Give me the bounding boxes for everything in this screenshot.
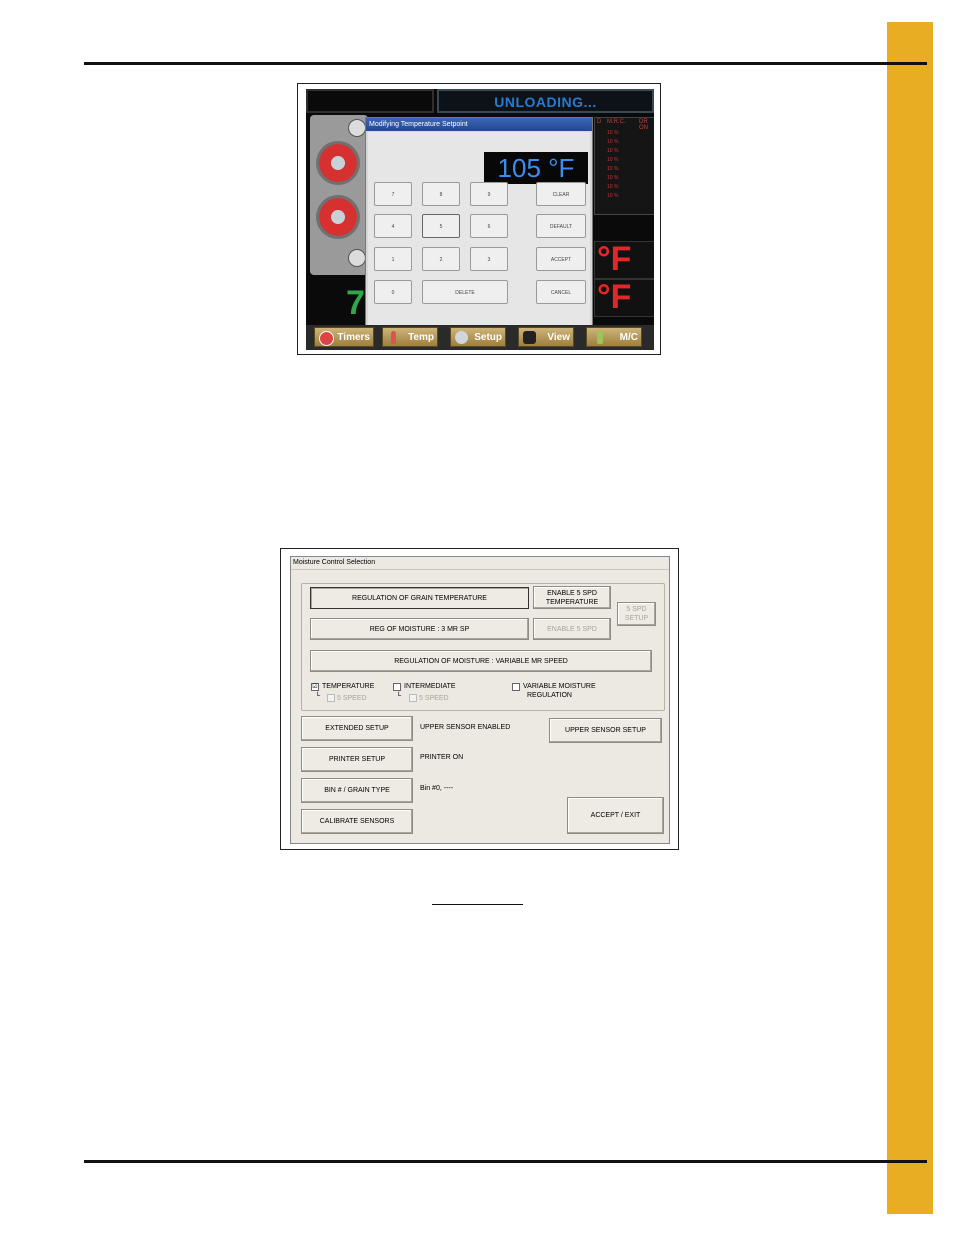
dryer-graphic [310, 115, 368, 275]
left-readout: 7 [346, 284, 365, 322]
temp-unit: °F [597, 278, 632, 316]
5speed-label-b: 5 SPEED [419, 695, 449, 702]
moisture-control-window: Moisture Control Selection REGULATION OF… [290, 556, 670, 844]
fan-icon [316, 141, 360, 185]
nav-label: Temp [408, 332, 434, 343]
nav-timers[interactable]: Timers [314, 327, 374, 347]
upper-sensor-status: UPPER SENSOR ENABLED [420, 724, 511, 731]
key-5[interactable]: 5 [422, 214, 460, 238]
key-9[interactable]: 9 [470, 182, 508, 206]
thermometer-icon [391, 331, 396, 344]
mrc-table: D M.R.C. DR ON 10 % 10 % 10 % 10 % 10 % … [594, 117, 654, 215]
5spd-setup-button[interactable]: 5 SPD SETUP [617, 602, 656, 626]
extended-setup-button[interactable]: EXTENDED SETUP [301, 716, 413, 741]
delete-button[interactable]: DELETE [422, 280, 508, 304]
intermediate-checkbox[interactable] [393, 683, 401, 691]
key-3[interactable]: 3 [470, 247, 508, 271]
nav-label: Setup [474, 332, 502, 343]
nav-label: M/C [619, 332, 638, 343]
figure-setpoint-screen: UNLOADING... 7 D M.R.C. DR ON 10 % 10 % … [297, 83, 661, 355]
setpoint-dialog: Modifying Temperature Setpoint 105 °F 7 … [365, 117, 593, 333]
clear-button[interactable]: CLEAR [536, 182, 586, 206]
temp-display: °F [594, 278, 654, 317]
key-0[interactable]: 0 [374, 280, 412, 304]
key-2[interactable]: 2 [422, 247, 460, 271]
temp-unit: °F [597, 240, 632, 278]
temp-display: °F [594, 240, 654, 279]
key-1[interactable]: 1 [374, 247, 412, 271]
nav-setup[interactable]: Setup [450, 327, 506, 347]
nav-view[interactable]: View [518, 327, 574, 347]
mrc-value: 10 % [607, 184, 619, 190]
key-4[interactable]: 4 [374, 214, 412, 238]
mrc-header: D [597, 119, 602, 125]
mrc-header: DR ON [639, 119, 648, 131]
5speed-checkbox-a[interactable] [327, 694, 335, 702]
5speed-checkbox-b[interactable] [409, 694, 417, 702]
variable-moisture-label-2: REGULATION [527, 692, 572, 699]
binoculars-icon [523, 331, 536, 344]
intermediate-label: INTERMEDIATE [404, 683, 456, 690]
touchscreen: UNLOADING... 7 D M.R.C. DR ON 10 % 10 % … [306, 89, 654, 350]
setpoint-readout: 105 °F [484, 152, 588, 184]
upper-sensor-setup-button[interactable]: UPPER SENSOR SETUP [549, 718, 662, 743]
small-fan-icon [348, 249, 366, 267]
key-6[interactable]: 6 [470, 214, 508, 238]
5speed-label-a: 5 SPEED [337, 695, 367, 702]
regulation-temp-button[interactable]: REGULATION OF GRAIN TEMPERATURE [310, 587, 529, 609]
probe-icon [597, 331, 603, 344]
nav-label: View [547, 332, 570, 343]
caption-underline [432, 904, 523, 905]
dialog-title: Modifying Temperature Setpoint [366, 118, 592, 131]
tree-line-icon: L [398, 692, 402, 698]
status-panel: UNLOADING... [437, 89, 654, 113]
variable-moisture-checkbox[interactable] [512, 683, 520, 691]
mrc-value: 10 % [607, 130, 619, 136]
temperature-label: TEMPERATURE [322, 683, 375, 690]
printer-status: PRINTER ON [420, 754, 464, 761]
mrc-value: 10 % [607, 139, 619, 145]
key-7[interactable]: 7 [374, 182, 412, 206]
section-tab [887, 22, 933, 1214]
dialog-body: 105 °F 7 8 9 CLEAR 4 5 6 DEFAULT 1 2 3 A… [368, 132, 590, 330]
printer-setup-button[interactable]: PRINTER SETUP [301, 747, 413, 772]
default-button[interactable]: DEFAULT [536, 214, 586, 238]
accept-button[interactable]: ACCEPT [536, 247, 586, 271]
footer-rule [84, 1160, 927, 1163]
mrc-value: 10 % [607, 148, 619, 154]
status-text: UNLOADING... [494, 94, 597, 110]
bin-status: Bin #0, ---- [420, 785, 454, 792]
enable-5spd-button[interactable]: ENABLE 5 SPD [533, 618, 611, 640]
cancel-button[interactable]: CANCEL [536, 280, 586, 304]
setup-icon [455, 331, 468, 344]
reg-moisture-variable-button[interactable]: REGULATION OF MOISTURE : VARIABLE MR SPE… [310, 650, 652, 672]
mrc-value: 10 % [607, 166, 619, 172]
window-title: Moisture Control Selection [291, 557, 669, 570]
nav-mc[interactable]: M/C [586, 327, 642, 347]
enable-5spd-temp-button[interactable]: ENABLE 5 SPD TEMPERATURE [533, 586, 611, 609]
small-fan-icon [348, 119, 366, 137]
mrc-header: M.R.C. [607, 119, 626, 125]
fan-icon [316, 195, 360, 239]
mrc-value: 10 % [607, 175, 619, 181]
temperature-checkbox[interactable]: ☑ [311, 683, 319, 691]
calibrate-sensors-button[interactable]: CALIBRATE SENSORS [301, 809, 413, 834]
top-left-panel [306, 89, 434, 113]
bin-grain-type-button[interactable]: BIN # / GRAIN TYPE [301, 778, 413, 803]
variable-moisture-label: VARIABLE MOISTURE [523, 683, 596, 690]
header-rule [84, 62, 927, 65]
reg-moisture-3mr-button[interactable]: REG OF MOISTURE : 3 MR SP [310, 618, 529, 640]
figure-moisture-control: Moisture Control Selection REGULATION OF… [280, 548, 679, 850]
accept-exit-button[interactable]: ACCEPT / EXIT [567, 797, 664, 834]
clock-icon [319, 331, 334, 346]
key-8[interactable]: 8 [422, 182, 460, 206]
nav-temp[interactable]: Temp [382, 327, 438, 347]
mrc-value: 10 % [607, 157, 619, 163]
nav-label: Timers [337, 332, 370, 343]
tree-line-icon: L [317, 692, 321, 698]
mrc-value: 10 % [607, 193, 619, 199]
nav-bar: Timers Temp Setup View M/C [306, 325, 654, 350]
